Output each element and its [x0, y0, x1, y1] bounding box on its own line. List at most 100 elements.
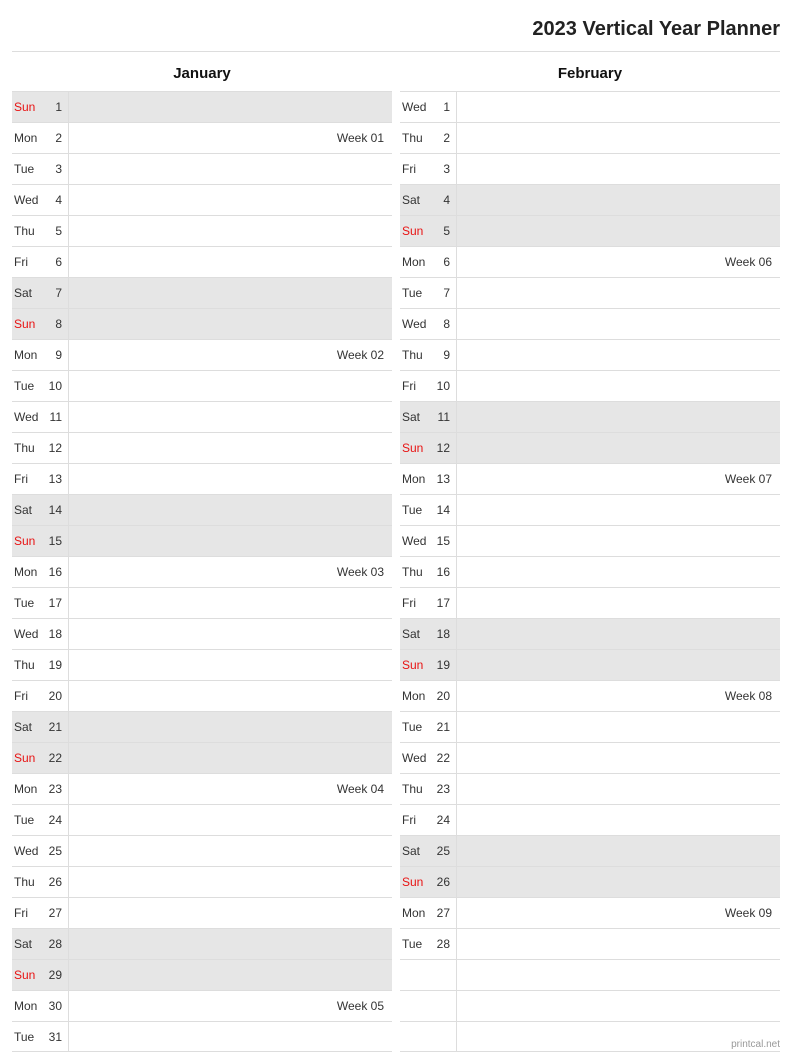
day-row: Wed11: [12, 401, 392, 432]
day-note: [456, 340, 780, 370]
day-note: [456, 154, 780, 184]
day-of-week: Thu: [400, 557, 432, 587]
day-note: Week 08: [456, 681, 780, 711]
day-number: 23: [44, 774, 68, 804]
day-number: 30: [44, 991, 68, 1021]
day-of-week: Mon: [12, 340, 44, 370]
day-of-week: Sun: [12, 743, 44, 773]
day-note: [68, 92, 392, 122]
day-row: Sun1: [12, 91, 392, 122]
day-number: 11: [432, 402, 456, 432]
day-of-week: Sat: [400, 619, 432, 649]
day-of-week: Mon: [12, 774, 44, 804]
day-of-week: Sat: [12, 712, 44, 742]
day-row: Fri3: [400, 153, 780, 184]
day-of-week: Tue: [12, 805, 44, 835]
day-row: Mon6Week 06: [400, 246, 780, 277]
day-row: Mon30Week 05: [12, 990, 392, 1021]
day-row: Sat18: [400, 618, 780, 649]
page-title: 2023 Vertical Year Planner: [532, 18, 780, 40]
day-row: Fri10: [400, 370, 780, 401]
footer-credit: printcal.net: [731, 1039, 780, 1050]
day-note: Week 01: [68, 123, 392, 153]
day-row: Tue24: [12, 804, 392, 835]
day-number: 13: [44, 464, 68, 494]
day-note: [456, 92, 780, 122]
day-number: 5: [44, 216, 68, 246]
day-row: Thu26: [12, 866, 392, 897]
day-row: Thu16: [400, 556, 780, 587]
day-number: 15: [432, 526, 456, 556]
day-number: 1: [44, 92, 68, 122]
day-row: Fri6: [12, 246, 392, 277]
day-row: Sat21: [12, 711, 392, 742]
day-note: [456, 371, 780, 401]
day-number: 24: [432, 805, 456, 835]
day-row: Tue17: [12, 587, 392, 618]
day-row: Sun8: [12, 308, 392, 339]
day-note: [68, 712, 392, 742]
day-row: [400, 1021, 780, 1052]
day-note: [68, 867, 392, 897]
day-number: 21: [44, 712, 68, 742]
day-of-week: Sun: [12, 526, 44, 556]
day-number: 25: [44, 836, 68, 866]
day-note: [456, 185, 780, 215]
day-note: Week 02: [68, 340, 392, 370]
months-container: JanuarySun1Mon2Week 01Tue3Wed4Thu5Fri6Sa…: [12, 56, 780, 1052]
day-of-week: Sun: [12, 309, 44, 339]
day-number: 12: [432, 433, 456, 463]
day-note: [68, 371, 392, 401]
day-row: Tue7: [400, 277, 780, 308]
day-number: 19: [44, 650, 68, 680]
day-number: 10: [432, 371, 456, 401]
day-note: [456, 402, 780, 432]
day-number: 25: [432, 836, 456, 866]
day-note: [456, 309, 780, 339]
day-note: [456, 433, 780, 463]
day-of-week: Thu: [400, 774, 432, 804]
day-of-week: Mon: [12, 557, 44, 587]
day-of-week: Sun: [400, 433, 432, 463]
day-number: 4: [44, 185, 68, 215]
day-row: Thu12: [12, 432, 392, 463]
day-row: Sat4: [400, 184, 780, 215]
day-row: Wed22: [400, 742, 780, 773]
day-note: [456, 495, 780, 525]
day-of-week: Wed: [400, 526, 432, 556]
day-of-week: Thu: [12, 433, 44, 463]
day-note: [456, 960, 780, 990]
day-number: 11: [44, 402, 68, 432]
day-of-week: Wed: [400, 309, 432, 339]
day-row: Thu23: [400, 773, 780, 804]
month-header: February: [400, 56, 780, 91]
day-of-week: Mon: [400, 464, 432, 494]
day-row: Sat28: [12, 928, 392, 959]
day-of-week: Wed: [400, 92, 432, 122]
day-note: [456, 123, 780, 153]
day-of-week: Tue: [400, 712, 432, 742]
day-row: Tue10: [12, 370, 392, 401]
day-of-week: [400, 991, 432, 1021]
day-note: [456, 743, 780, 773]
day-row: Thu9: [400, 339, 780, 370]
day-note: [68, 929, 392, 959]
day-of-week: Wed: [12, 619, 44, 649]
day-row: Tue3: [12, 153, 392, 184]
day-row: Fri27: [12, 897, 392, 928]
day-of-week: Sat: [400, 185, 432, 215]
day-row: Mon9Week 02: [12, 339, 392, 370]
day-number: 7: [44, 278, 68, 308]
day-number: 20: [44, 681, 68, 711]
day-number: 6: [432, 247, 456, 277]
day-number: 31: [44, 1022, 68, 1051]
day-row: Sun15: [12, 525, 392, 556]
day-of-week: Fri: [400, 154, 432, 184]
day-of-week: Sun: [12, 92, 44, 122]
day-number: 26: [432, 867, 456, 897]
day-note: [68, 402, 392, 432]
day-of-week: Thu: [400, 123, 432, 153]
day-of-week: Wed: [400, 743, 432, 773]
day-note: [68, 681, 392, 711]
day-of-week: Wed: [12, 836, 44, 866]
